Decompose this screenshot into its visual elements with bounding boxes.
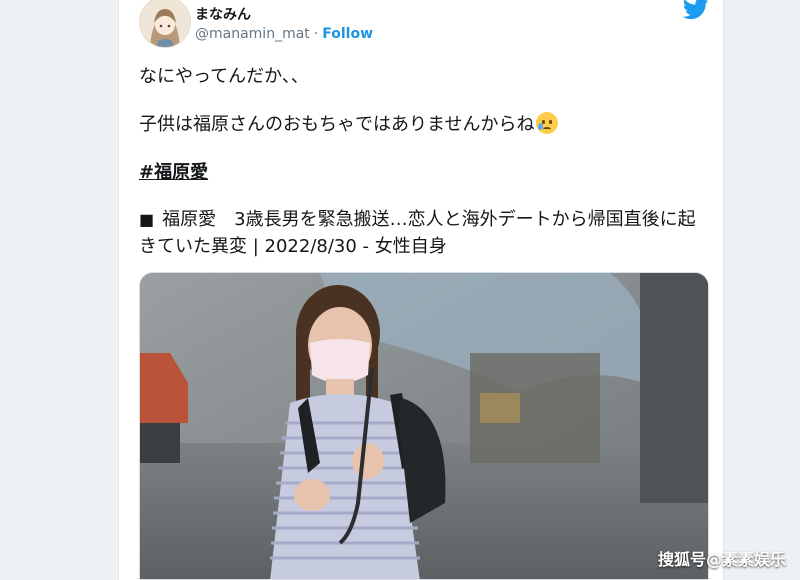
tweet-text-line1: なにやってんだか、、 — [139, 66, 309, 87]
tweet-card: まなみん @manamin_mat · Follow なにやってんだか、、 子供は福… — [118, 0, 724, 580]
avatar-illustration-icon — [140, 0, 190, 47]
separator-dot: · — [313, 26, 319, 42]
author-avatar[interactable] — [139, 0, 191, 48]
link-card-title-text: 福原愛 3歳長男を緊急搬送…恋人と海外デートから帰国直後に起きていた異変 | 2… — [139, 209, 696, 257]
link-card-image[interactable] — [139, 272, 709, 580]
hashtag-link[interactable]: #福原愛 — [139, 158, 208, 184]
twitter-bird-icon[interactable] — [683, 0, 709, 20]
bullet-square-icon: ■ — [139, 210, 155, 229]
author-handle-row: @manamin_mat · Follow — [195, 26, 373, 42]
sad-tear-face-emoji-icon — [536, 112, 559, 134]
news-photo-icon — [140, 273, 708, 579]
tweet-text-line2: 子供は福原さんのおもちゃではありませんからね — [139, 110, 559, 136]
link-card-title[interactable]: ■ 福原愛 3歳長男を緊急搬送…恋人と海外デートから帰国直後に起きていた異変 | … — [139, 206, 709, 260]
author-name[interactable]: まなみん — [195, 4, 251, 24]
follow-button[interactable]: Follow — [322, 26, 373, 42]
author-handle[interactable]: @manamin_mat — [195, 26, 310, 42]
tweet-text-line2-content: 子供は福原さんのおもちゃではありませんからね — [139, 114, 535, 135]
watermark-text: 搜狐号@素素娱乐 — [657, 550, 786, 569]
